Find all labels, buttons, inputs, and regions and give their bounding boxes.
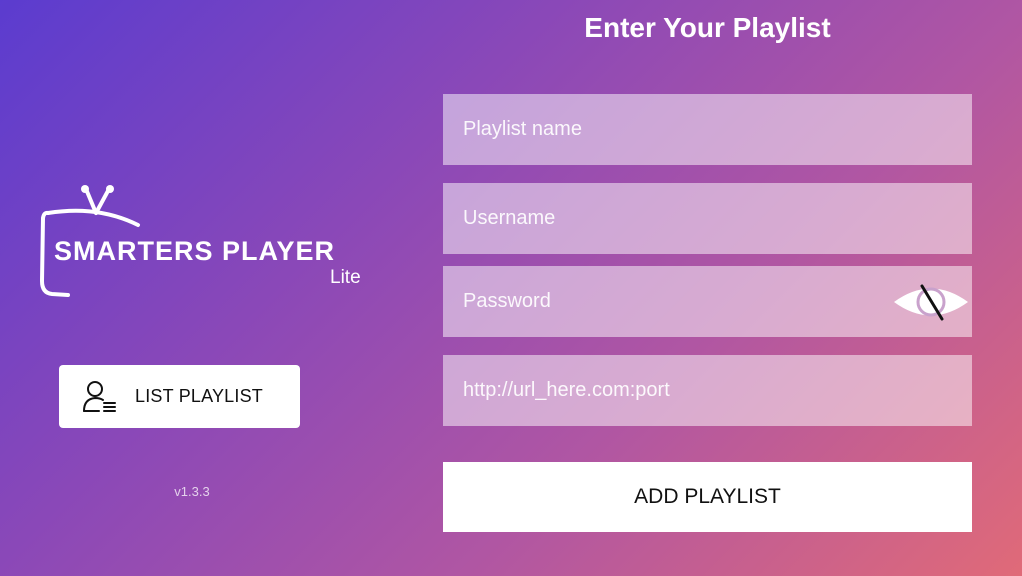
username-input[interactable]: [461, 206, 954, 231]
server-url-input[interactable]: [461, 378, 954, 403]
page-title: Enter Your Playlist: [584, 12, 831, 43]
add-playlist-button[interactable]: ADD PLAYLIST: [443, 462, 972, 532]
list-playlist-label: LIST PLAYLIST: [135, 386, 263, 406]
eye-slash-icon[interactable]: [892, 281, 970, 323]
server-url-field[interactable]: [443, 355, 972, 426]
playlist-name-field[interactable]: [443, 94, 972, 165]
password-field[interactable]: [443, 266, 972, 337]
username-field[interactable]: [443, 183, 972, 254]
logo-brand-text: SMARTERS PLAYER: [54, 236, 336, 266]
logo-sub-text: Lite: [330, 267, 361, 288]
user-list-icon: [81, 379, 117, 415]
app-version: v1.3.3: [174, 484, 210, 499]
app-logo: SMARTERS PLAYER Lite: [38, 185, 378, 300]
password-input[interactable]: [461, 289, 954, 314]
playlist-name-input[interactable]: [461, 117, 954, 142]
list-playlist-button[interactable]: LIST PLAYLIST: [59, 365, 300, 428]
